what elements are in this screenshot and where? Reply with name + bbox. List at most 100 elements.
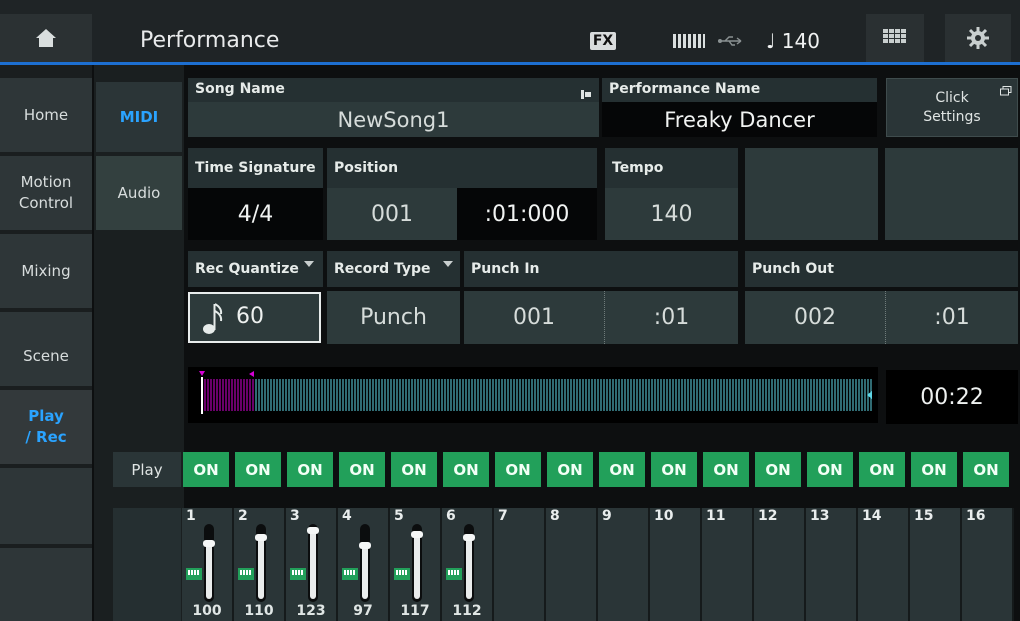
track-channel-2[interactable]: 2 110 [234,508,286,621]
subnav-item-audio[interactable]: Audio [96,156,182,230]
punch-out-measure-field[interactable]: 002 [745,291,885,344]
play-on-button-7[interactable]: ON [495,452,541,487]
fx-icon: FX [589,32,617,50]
fader-knob[interactable] [307,527,319,534]
nav-item-home[interactable]: Home [0,78,92,152]
nav-empty-1 [0,468,92,544]
volume-fader[interactable] [411,524,423,602]
time-signature-label: Time Signature [188,148,323,188]
track-number: 9 [602,508,612,524]
play-on-button-6[interactable]: ON [443,452,489,487]
track-channel-5[interactable]: 5 117 [390,508,442,621]
rec-quantize-value: 60 [236,304,264,329]
fader-knob[interactable] [411,531,423,538]
play-on-button-8[interactable]: ON [547,452,593,487]
record-type-field[interactable]: Punch [327,291,460,344]
volume-fader[interactable] [255,524,267,602]
play-on-button-5[interactable]: ON [391,452,437,487]
gear-icon [967,27,989,49]
keyboard-icon [446,568,462,580]
nav-item-play-rec[interactable]: Play / Rec [0,390,92,464]
play-on-button-16[interactable]: ON [963,452,1009,487]
play-on-button-4[interactable]: ON [339,452,385,487]
keyboard-icon [290,568,306,580]
record-type-label: Record Type [327,251,460,287]
play-on-button-9[interactable]: ON [599,452,645,487]
track-channel-1[interactable]: 1 100 [182,508,234,621]
play-on-button-1[interactable]: ON [183,452,229,487]
track-number: 8 [550,508,560,524]
settings-button[interactable] [945,14,1011,62]
subnav-item-midi[interactable]: MIDI [96,82,182,152]
play-row-label: Play [113,452,181,487]
punch-out-label: Punch Out [745,251,1018,287]
tempo-field[interactable]: 140 [605,188,738,240]
click-settings-button[interactable]: Click Settings [886,78,1018,137]
time-signature-field[interactable]: 4/4 [188,188,323,240]
play-on-button-15[interactable]: ON [911,452,957,487]
page-title: Performance [140,28,280,53]
play-on-button-13[interactable]: ON [807,452,853,487]
track-number: 11 [706,508,726,524]
fader-level [362,544,368,599]
punch-in-measure-field[interactable]: 001 [464,291,604,344]
play-on-button-14[interactable]: ON [859,452,905,487]
punch-out-beat-field[interactable]: :01 [885,291,1018,344]
track-number: 14 [862,508,882,524]
punch-out-marker [249,371,254,377]
track-number: 12 [758,508,778,524]
home-button[interactable] [0,14,92,62]
punch-in-beat-field[interactable]: :01 [604,291,738,344]
track-channel-14: 14 [858,508,910,621]
volume-fader[interactable] [203,524,215,602]
punch-in-label: Punch In [464,251,738,287]
song-timeline[interactable] [188,367,878,423]
grid-icon [883,29,906,43]
fader-knob[interactable] [359,542,371,549]
track-volume-value: 100 [192,603,222,619]
keyboard-icon [668,26,710,56]
nav-item-scene[interactable]: Scene [0,312,92,386]
grid-button[interactable] [866,14,924,62]
play-on-button-12[interactable]: ON [755,452,801,487]
play-on-button-2[interactable]: ON [235,452,281,487]
track-number: 10 [654,508,674,524]
song-name-field[interactable]: NewSong1 [188,102,599,137]
track-channel-15: 15 [910,508,962,621]
track-channel-4[interactable]: 4 97 [338,508,390,621]
position-measure-field[interactable]: 001 [327,188,457,240]
track-number: 15 [914,508,934,524]
track-volume-value: 123 [296,603,326,619]
nav-item-motion-control[interactable]: Motion Control [0,156,92,230]
popup-icon [1000,81,1012,96]
rec-quantize-label: Rec Quantize [188,251,323,287]
fader-knob[interactable] [463,534,475,541]
volume-fader[interactable] [307,524,319,602]
play-on-button-10[interactable]: ON [651,452,697,487]
fader-knob[interactable] [255,534,267,541]
tempo-indicator[interactable]: ♩ 140 [766,26,856,56]
track-channel-11: 11 [702,508,754,621]
fader-knob[interactable] [203,540,215,547]
edit-icon [581,84,591,99]
volume-fader[interactable] [463,524,475,602]
track-channel-6[interactable]: 6 112 [442,508,494,621]
position-beat-field[interactable]: :01:000 [457,188,597,240]
rec-quantize-field[interactable]: 60 [188,292,321,343]
track-volume-value: 97 [353,603,373,619]
performance-name-field[interactable]: Freaky Dancer [602,102,877,137]
fx-indicator[interactable]: FX [586,26,620,56]
fader-level [206,542,212,599]
track-channel-3[interactable]: 3 123 [286,508,338,621]
track-number: 6 [446,508,456,524]
track-channel-10: 10 [650,508,702,621]
track-channel-16: 16 [962,508,1014,621]
play-on-button-11[interactable]: ON [703,452,749,487]
play-on-button-3[interactable]: ON [287,452,333,487]
track-number: 13 [810,508,830,524]
position-label: Position [327,148,597,188]
nav-item-mixing[interactable]: Mixing [0,234,92,308]
track-channel-12: 12 [754,508,806,621]
volume-fader[interactable] [359,524,371,602]
fader-level [414,533,420,599]
